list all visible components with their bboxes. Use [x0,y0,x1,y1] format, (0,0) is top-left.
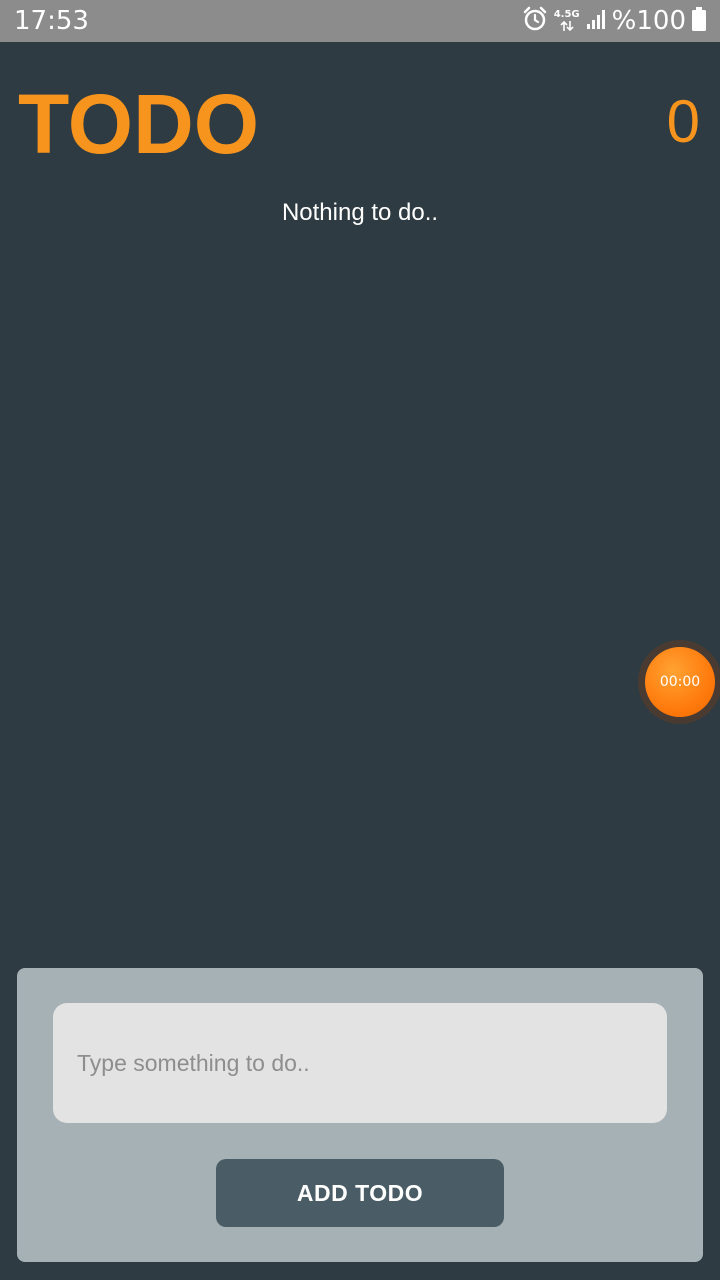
todo-count: 0 [666,88,700,155]
alarm-icon [522,6,548,37]
battery-percentage: %100 [611,6,686,36]
status-bar: 17:53 4.5G %100 [0,0,720,42]
network-type-label: 4.5G [553,9,580,20]
empty-list-message: Nothing to do.. [281,199,439,226]
add-todo-button[interactable]: ADD TODO [216,1159,504,1227]
status-time: 17:53 [14,6,89,36]
timer-label: 00:00 [645,647,715,717]
add-todo-panel: ADD TODO [17,968,703,1262]
floating-timer-button[interactable]: 00:00 [638,640,720,724]
status-icons: 4.5G %100 [522,4,706,38]
app-title: TODO [18,77,260,171]
signal-icon [586,8,606,35]
battery-icon [692,6,706,36]
todo-input[interactable] [53,1003,667,1123]
network-arrows-icon: 4.5G [554,10,580,32]
